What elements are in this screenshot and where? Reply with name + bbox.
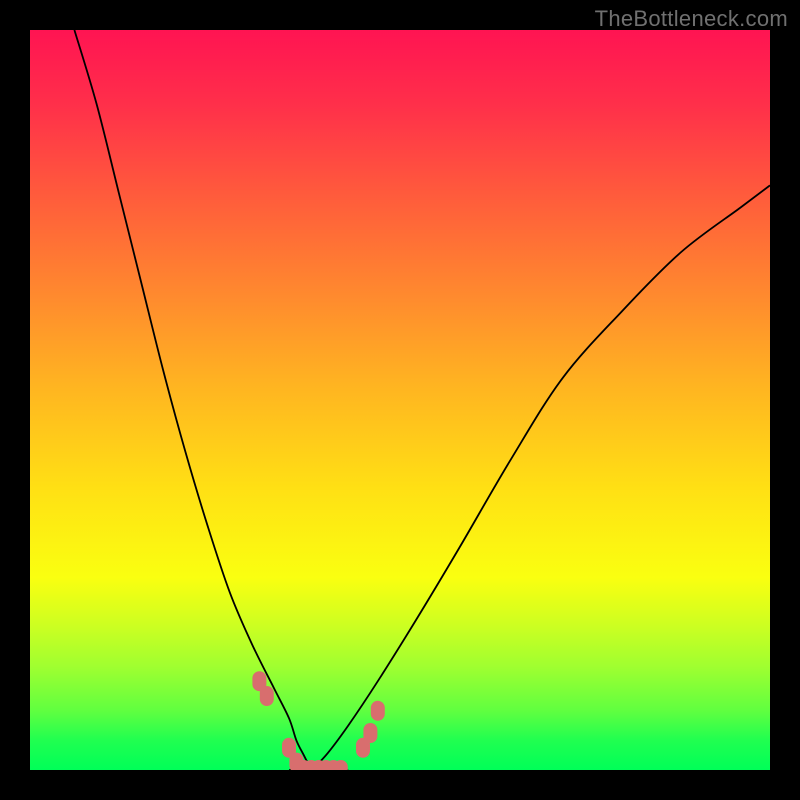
bump-marker [371, 701, 385, 721]
right-curve [311, 185, 770, 770]
bump-marker [260, 686, 274, 706]
plot-area [30, 30, 770, 770]
bump-marker [363, 723, 377, 743]
curves-svg [30, 30, 770, 770]
left-curve [74, 30, 311, 770]
watermark-text: TheBottleneck.com [595, 6, 788, 32]
chart-frame: TheBottleneck.com [0, 0, 800, 800]
